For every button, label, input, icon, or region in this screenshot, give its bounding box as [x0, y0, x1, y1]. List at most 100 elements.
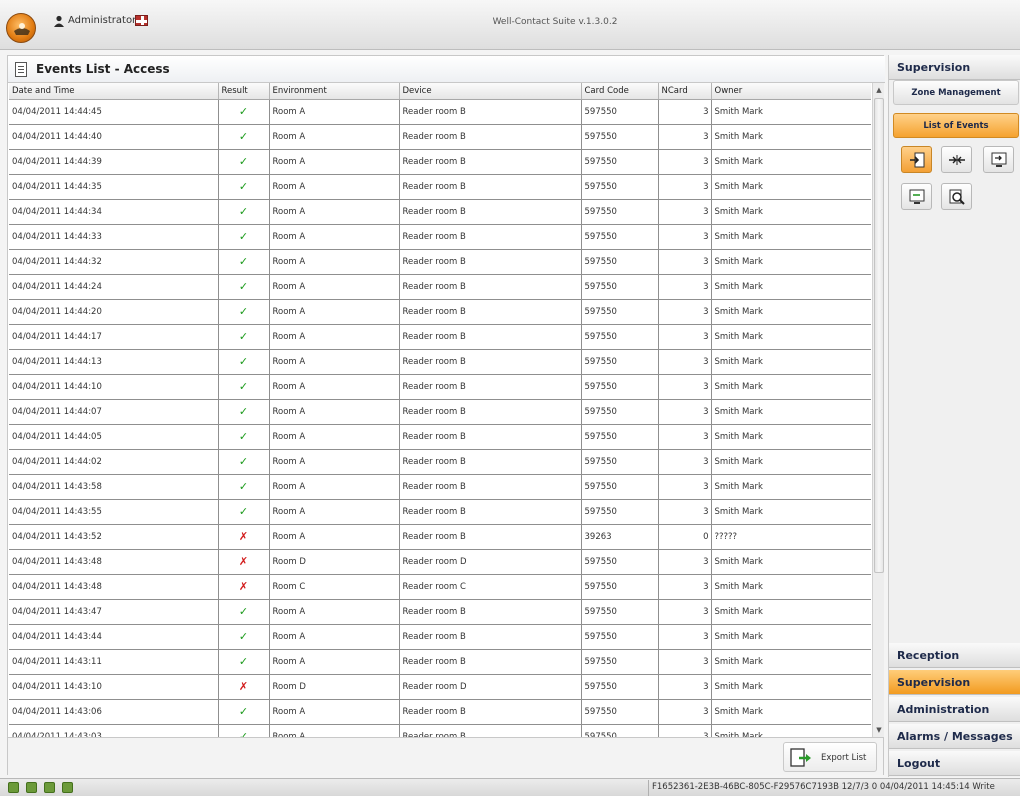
cell-environment: Room A — [269, 424, 400, 450]
column-header-ncard[interactable]: NCard — [658, 83, 712, 100]
cell-device: Reader room B — [399, 324, 582, 350]
table-row[interactable]: 04/04/2011 14:43:55 ✓ Room A Reader room B5… — [9, 499, 871, 525]
cell-datetime: 04/04/2011 14:44:34 — [9, 199, 219, 225]
cell-environment: Room A — [269, 499, 400, 525]
column-header-environment[interactable]: Environment — [269, 83, 400, 100]
cell-card-code: 597550 — [581, 224, 659, 250]
export-list-button[interactable]: Export List — [783, 742, 877, 772]
cell-environment: Room A — [269, 399, 400, 425]
cell-owner: Smith Mark — [711, 399, 871, 425]
status-bar: F1652361-2E3B-46BC-805C-F29576C7193B 12/… — [0, 778, 1020, 796]
cell-owner: Smith Mark — [711, 724, 871, 737]
cell-environment: Room A — [269, 349, 400, 375]
table-row[interactable]: 04/04/2011 14:44:02 ✓ Room A Reader room B5… — [9, 449, 871, 475]
table-row[interactable]: 04/04/2011 14:44:35 ✓ Room A Reader room B5… — [9, 174, 871, 200]
search-events-tool[interactable] — [941, 183, 972, 210]
table-row[interactable]: 04/04/2011 14:43:48 ✗ Room D Reader room D5… — [9, 549, 871, 575]
cell-owner: Smith Mark — [711, 124, 871, 150]
table-row[interactable]: 04/04/2011 14:44:32 ✓ Room A Reader room B5… — [9, 249, 871, 275]
cell-owner: Smith Mark — [711, 474, 871, 500]
cell-owner: Smith Mark — [711, 674, 871, 700]
table-row[interactable]: 04/04/2011 14:44:07 ✓ Room A Reader room B5… — [9, 399, 871, 425]
scroll-up-arrow-icon[interactable]: ▲ — [873, 83, 885, 97]
result-ok-icon: ✓ — [218, 724, 270, 737]
cell-owner: Smith Mark — [711, 599, 871, 625]
access-events-icon — [910, 152, 925, 168]
cell-card-code: 597550 — [581, 424, 659, 450]
vertical-scrollbar[interactable]: ▲ ▼ — [872, 83, 884, 737]
result-denied-icon: ✗ — [218, 524, 270, 550]
zone-management-button[interactable]: Zone Management — [893, 80, 1019, 105]
cell-ncard: 3 — [658, 224, 712, 250]
table-row[interactable]: 04/04/2011 14:43:58 ✓ Room A Reader room B5… — [9, 474, 871, 500]
cell-device: Reader room B — [399, 399, 582, 425]
table-row[interactable]: 04/04/2011 14:44:40 ✓ Room A Reader room B5… — [9, 124, 871, 150]
cell-environment: Room A — [269, 724, 400, 737]
table-row[interactable]: 04/04/2011 14:44:20 ✓ Room A Reader room B5… — [9, 299, 871, 325]
table-row[interactable]: 04/04/2011 14:43:47 ✓ Room A Reader room B5… — [9, 599, 871, 625]
sidebar-header-supervision[interactable]: Supervision — [889, 55, 1020, 80]
cell-environment: Room D — [269, 674, 400, 700]
column-header-owner[interactable]: Owner — [711, 83, 871, 100]
result-ok-icon: ✓ — [218, 249, 270, 275]
column-header-card-code[interactable]: Card Code — [581, 83, 659, 100]
table-row[interactable]: 04/04/2011 14:43:03 ✓ Room A Reader room B5… — [9, 724, 871, 737]
title-bar: Administrator Well-Contact Suite v.1.3.0… — [0, 0, 1020, 50]
cell-owner: Smith Mark — [711, 449, 871, 475]
sidebar-section-supervision[interactable]: Supervision — [889, 670, 1020, 695]
cell-owner: Smith Mark — [711, 549, 871, 575]
cell-ncard: 3 — [658, 399, 712, 425]
cell-datetime: 04/04/2011 14:44:39 — [9, 149, 219, 175]
table-row[interactable]: 04/04/2011 14:43:48 ✗ Room C Reader room C5… — [9, 574, 871, 600]
cell-device: Reader room B — [399, 449, 582, 475]
cell-ncard: 3 — [658, 299, 712, 325]
table-row[interactable]: 04/04/2011 14:43:11 ✓ Room A Reader room B5… — [9, 649, 871, 675]
table-row[interactable]: 04/04/2011 14:44:24 ✓ Room A Reader room B5… — [9, 274, 871, 300]
table-row[interactable]: 04/04/2011 14:44:10 ✓ Room A Reader room B5… — [9, 374, 871, 400]
cell-datetime: 04/04/2011 14:44:07 — [9, 399, 219, 425]
sidebar-section-administration[interactable]: Administration — [889, 697, 1020, 722]
cell-datetime: 04/04/2011 14:43:52 — [9, 524, 219, 550]
terminal-export-tool[interactable] — [901, 183, 932, 210]
scrollbar-thumb[interactable] — [874, 98, 884, 573]
list-of-events-button[interactable]: List of Events — [893, 113, 1019, 138]
result-ok-icon: ✓ — [218, 499, 270, 525]
table-row[interactable]: 04/04/2011 14:44:13 ✓ Room A Reader room B5… — [9, 349, 871, 375]
result-ok-icon: ✓ — [218, 649, 270, 675]
table-row[interactable]: 04/04/2011 14:44:33 ✓ Room A Reader room B5… — [9, 224, 871, 250]
cell-datetime: 04/04/2011 14:43:10 — [9, 674, 219, 700]
terminal-login-tool[interactable] — [983, 146, 1014, 173]
sidebar-section-logout[interactable]: Logout — [889, 751, 1020, 776]
access-events-tool[interactable] — [901, 146, 932, 173]
sidebar-section-reception[interactable]: Reception — [889, 643, 1020, 668]
cell-card-code: 597550 — [581, 474, 659, 500]
column-header-result[interactable]: Result — [218, 83, 270, 100]
result-ok-icon: ✓ — [218, 349, 270, 375]
cell-environment: Room A — [269, 224, 400, 250]
cell-datetime: 04/04/2011 14:44:32 — [9, 249, 219, 275]
zone-transit-tool[interactable] — [941, 146, 972, 173]
sidebar-section-alarms-messages[interactable]: Alarms / Messages — [889, 724, 1020, 749]
scroll-down-arrow-icon[interactable]: ▼ — [873, 723, 885, 737]
table-row[interactable]: 04/04/2011 14:44:05 ✓ Room A Reader room B5… — [9, 424, 871, 450]
cell-card-code: 597550 — [581, 349, 659, 375]
status-icons — [8, 782, 77, 794]
cell-datetime: 04/04/2011 14:43:58 — [9, 474, 219, 500]
cell-ncard: 3 — [658, 599, 712, 625]
panel-header: Events List - Access — [8, 56, 885, 83]
events-panel: Events List - Access Date and Time Resul… — [7, 55, 885, 775]
table-row[interactable]: 04/04/2011 14:43:06 ✓ Room A Reader room B5… — [9, 699, 871, 725]
table-row[interactable]: 04/04/2011 14:43:10 ✗ Room D Reader room D5… — [9, 674, 871, 700]
column-header-datetime[interactable]: Date and Time — [9, 83, 219, 100]
cell-owner: Smith Mark — [711, 499, 871, 525]
column-header-device[interactable]: Device — [399, 83, 582, 100]
table-row[interactable]: 04/04/2011 14:44:17 ✓ Room A Reader room B5… — [9, 324, 871, 350]
table-row[interactable]: 04/04/2011 14:44:39 ✓ Room A Reader room B5… — [9, 149, 871, 175]
table-row[interactable]: 04/04/2011 14:44:34 ✓ Room A Reader room B5… — [9, 199, 871, 225]
cell-environment: Room A — [269, 524, 400, 550]
table-row[interactable]: 04/04/2011 14:44:45 ✓ Room A Reader room B5… — [9, 99, 871, 125]
result-ok-icon: ✓ — [218, 99, 270, 125]
cell-ncard: 3 — [658, 424, 712, 450]
table-row[interactable]: 04/04/2011 14:43:44 ✓ Room A Reader room B5… — [9, 624, 871, 650]
table-row[interactable]: 04/04/2011 14:43:52 ✗ Room A Reader room B3… — [9, 524, 871, 550]
